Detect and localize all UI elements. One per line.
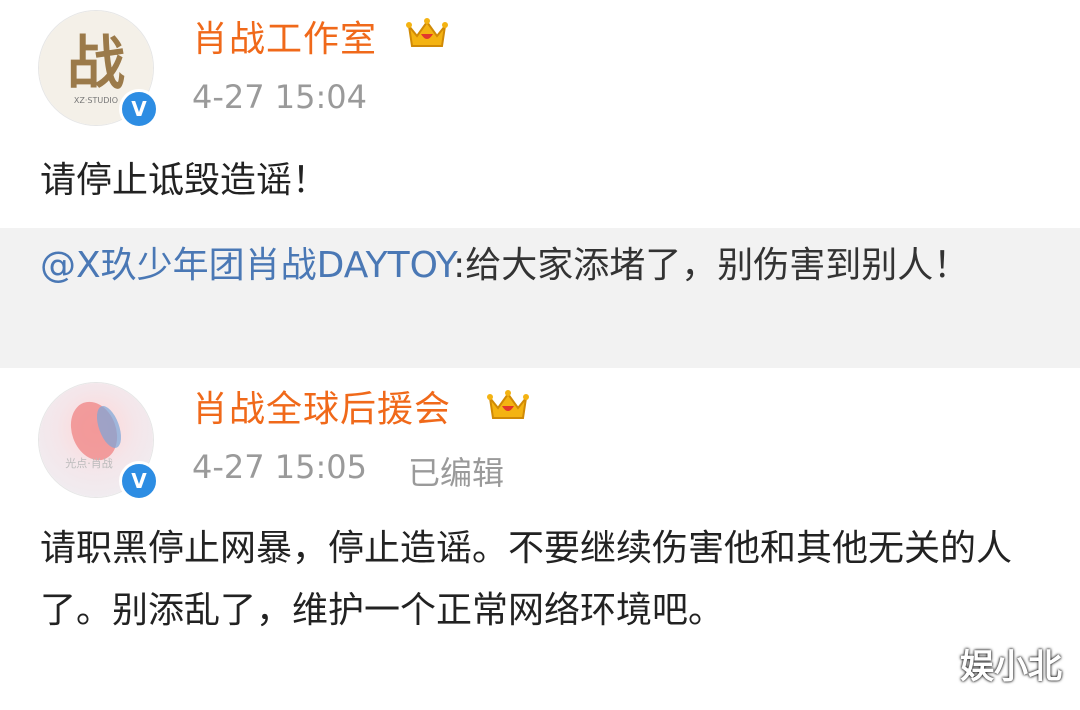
crown-icon bbox=[406, 18, 448, 47]
post-body: 请停止诋毁造谣！ bbox=[40, 160, 329, 201]
crown-icon bbox=[487, 390, 529, 419]
quote-text: @X玖少年团肖战DAYTOY:给大家添堵了，别伤害到别人！ bbox=[40, 236, 1050, 296]
svg-text:光点·肖战: 光点·肖战 bbox=[65, 456, 113, 470]
repost-quote[interactable]: @X玖少年团肖战DAYTOY:给大家添堵了，别伤害到别人！ bbox=[0, 228, 1080, 368]
post-time: 4-27 15:04 bbox=[192, 78, 368, 116]
post-1: 战 XZ·STUDIO V 肖战工作室 4-27 15:04 请停止诋毁造谣！ bbox=[0, 0, 1080, 228]
post-time: 4-27 15:05 bbox=[192, 448, 368, 486]
verified-badge-icon: V bbox=[119, 461, 159, 501]
edited-label[interactable]: 已编辑 bbox=[408, 448, 504, 494]
post-2: 光点·肖战 V 肖战全球后援会 4-27 15:05 已编辑 请职黑停止网暴，停… bbox=[0, 368, 1080, 710]
avatar-fan-club[interactable]: 光点·肖战 V bbox=[38, 382, 159, 501]
post-body: 请职黑停止网暴，停止造谣。不要继续伤害他和其他无关的人了。别添乱了，维护一个正常… bbox=[40, 528, 1013, 631]
avatar-xz-studio[interactable]: 战 XZ·STUDIO V bbox=[38, 10, 159, 129]
mention-link[interactable]: @X玖少年团肖战DAYTOY bbox=[40, 245, 453, 286]
svg-text:XZ·STUDIO: XZ·STUDIO bbox=[74, 96, 118, 105]
verified-badge-icon: V bbox=[119, 89, 159, 129]
quote-body: :给大家添堵了，别伤害到别人！ bbox=[453, 245, 970, 286]
watermark: 娱小北 bbox=[960, 647, 1062, 687]
author-name[interactable]: 肖战工作室 bbox=[192, 10, 377, 62]
author-name[interactable]: 肖战全球后援会 bbox=[192, 380, 451, 432]
svg-text:战: 战 bbox=[67, 29, 125, 97]
